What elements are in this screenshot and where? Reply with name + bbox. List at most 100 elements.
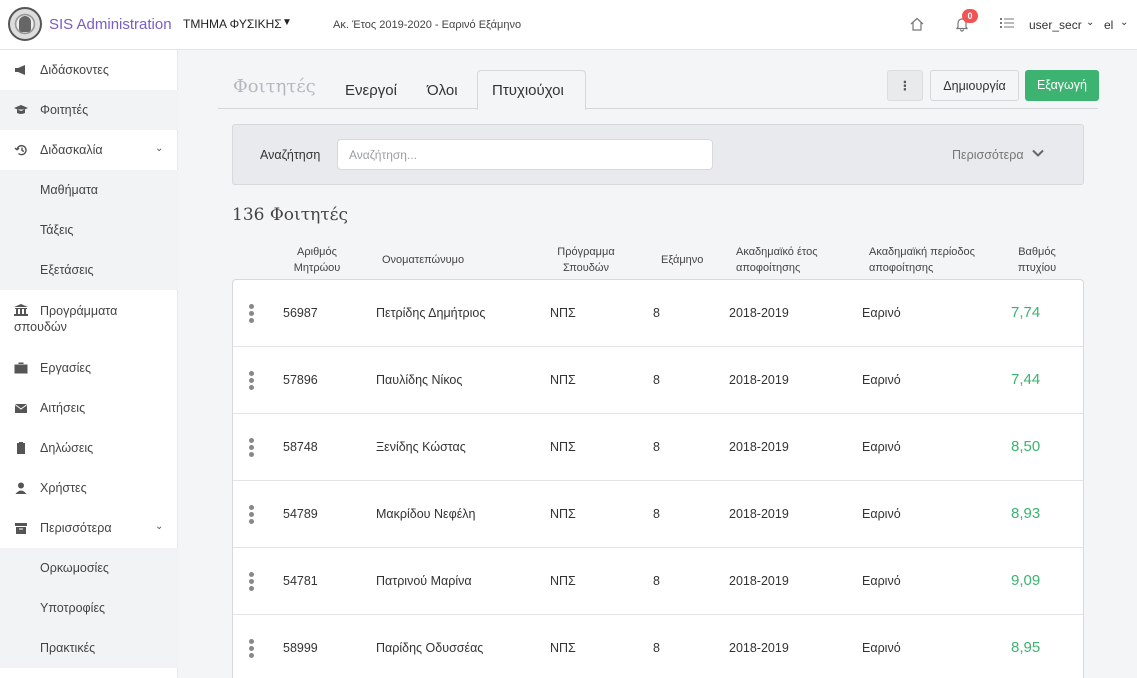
table-row[interactable]: 54781 Πατρινού Μαρίνα ΝΠΣ 8 2018-2019 Εα… (233, 548, 1083, 615)
cell-graduation-period: Εαρινό (862, 306, 901, 320)
cell-grade: 8,50 (1011, 438, 1041, 455)
user-menu[interactable]: user_secr (1029, 18, 1082, 32)
column-header-name[interactable]: Ονοματεπώνυμο (382, 252, 464, 268)
sidebar-item-oath-ceremonies[interactable]: Ορκωμοσίες (0, 548, 178, 588)
sidebar-item-label: Φοιτητές (40, 103, 89, 117)
sidebar-item-assignments[interactable]: Εργασίες (0, 348, 178, 388)
sidebar-item-classes[interactable]: Τάξεις (0, 210, 178, 250)
sidebar-item-teaching[interactable]: Διδασκαλία ⌄ (0, 130, 178, 170)
header-line: Μητρώου (293, 262, 341, 274)
chevron-down-icon: ⌄ (155, 143, 164, 154)
language-selector[interactable]: el (1104, 18, 1113, 32)
cell-semester: 8 (653, 574, 660, 588)
column-header-semester[interactable]: Εξάμηνο (661, 252, 703, 268)
academic-period: Ακ. Έτος 2019-2020 - Εαρινό Εξάμηνο (333, 19, 522, 31)
header-line: Ακαδημαϊκό έτος (736, 246, 818, 258)
header-line: Βαθμός (1018, 246, 1056, 258)
more-actions-button[interactable]: ⋮ (887, 70, 923, 101)
home-icon[interactable] (909, 16, 925, 32)
export-button[interactable]: Εξαγωγή (1025, 70, 1099, 101)
column-header-graduation-period[interactable]: Ακαδημαϊκή περίοδος αποφοίτησης (869, 244, 975, 276)
sidebar-item-label: Ορκωμοσίες (40, 561, 109, 575)
row-actions-icon[interactable] (248, 371, 256, 391)
sidebar-item-scholarships[interactable]: Υποτροφίες (0, 588, 178, 628)
sidebar-item-study-programs[interactable]: Προγράμματα σπουδών (0, 290, 178, 348)
cell-semester: 8 (653, 641, 660, 655)
sidebar-item-label: Εξετάσεις (40, 263, 94, 277)
sidebar: Διδάσκοντες Φοιτητές Διδασκαλία ⌄ Μαθήμα… (0, 50, 178, 678)
cell-grade: 7,44 (1011, 371, 1041, 388)
sidebar-item-label: Δηλώσεις (40, 441, 94, 455)
app-brand[interactable]: SIS Administration (49, 16, 172, 33)
cell-name: Πετρίδης Δημήτριος (376, 306, 486, 320)
cell-semester: 8 (653, 306, 660, 320)
table-row[interactable]: 58999 Παρίδης Οδυσσέας ΝΠΣ 8 2018-2019 Ε… (233, 615, 1083, 678)
table-row[interactable]: 58748 Ξενίδης Κώστας ΝΠΣ 8 2018-2019 Εαρ… (233, 414, 1083, 481)
row-actions-icon[interactable] (248, 505, 256, 525)
row-actions-icon[interactable] (248, 639, 256, 659)
table-row[interactable]: 57896 Παυλίδης Νίκος ΝΠΣ 8 2018-2019 Εαρ… (233, 347, 1083, 414)
column-header-student-id[interactable]: Αριθμός Μητρώου (284, 244, 350, 276)
tab-all-students[interactable]: Όλοι (427, 82, 458, 99)
cell-graduation-period: Εαρινό (862, 507, 901, 521)
header-line: Πρόγραμμα (557, 246, 615, 258)
chevron-down-icon[interactable]: ⌄ (1086, 17, 1094, 28)
cell-grade: 9,09 (1011, 572, 1041, 589)
header-line: Αριθμός (297, 246, 337, 258)
history-icon (14, 144, 27, 156)
cell-graduation-year: 2018-2019 (729, 373, 789, 387)
search-input[interactable] (337, 139, 713, 170)
cell-graduation-year: 2018-2019 (729, 641, 789, 655)
sidebar-item-instructors[interactable]: Διδάσκοντες (0, 50, 178, 90)
column-header-program[interactable]: Πρόγραμμα Σπουδών (553, 244, 619, 276)
graduation-cap-icon (14, 105, 28, 114)
cell-name: Ξενίδης Κώστας (376, 440, 466, 454)
tab-active-students[interactable]: Ενεργοί (345, 82, 397, 99)
sidebar-item-label: Χρήστες (40, 481, 87, 495)
cell-program: ΝΠΣ (550, 440, 576, 454)
clipboard-icon (17, 442, 25, 454)
cell-student-id: 58999 (283, 641, 318, 655)
notification-badge: 0 (962, 9, 978, 23)
sidebar-item-exams[interactable]: Εξετάσεις (0, 250, 178, 290)
cell-graduation-year: 2018-2019 (729, 440, 789, 454)
table-row[interactable]: 56987 Πετρίδης Δημήτριος ΝΠΣ 8 2018-2019… (233, 280, 1083, 347)
row-actions-icon[interactable] (248, 438, 256, 458)
sidebar-item-users[interactable]: Χρήστες (0, 468, 178, 508)
sidebar-item-internships[interactable]: Πρακτικές (0, 628, 178, 668)
row-actions-icon[interactable] (248, 572, 256, 592)
header-line: Σπουδών (562, 262, 610, 274)
more-filters-toggle[interactable]: Περισσότερα (952, 148, 1024, 162)
caret-down-icon[interactable]: ▼ (282, 17, 292, 28)
cell-program: ΝΠΣ (550, 574, 576, 588)
cell-program: ΝΠΣ (550, 507, 576, 521)
sidebar-item-more[interactable]: Περισσότερα ⌄ (0, 508, 178, 548)
sidebar-item-label: Διδασκαλία (40, 143, 103, 157)
user-icon (15, 482, 27, 494)
sidebar-item-registrations[interactable]: Δηλώσεις (0, 428, 178, 468)
sidebar-item-courses[interactable]: Μαθήματα (0, 170, 178, 210)
sidebar-item-label: Τάξεις (40, 223, 74, 237)
row-actions-icon[interactable] (248, 304, 256, 324)
list-icon[interactable] (1000, 17, 1014, 29)
header-line: αποφοίτησης (869, 262, 934, 274)
sidebar-item-students[interactable]: Φοιτητές (0, 90, 178, 130)
sidebar-item-label: Προγράμματα (40, 304, 118, 318)
cell-graduation-period: Εαρινό (862, 373, 901, 387)
chevron-down-icon[interactable]: ⌄ (1120, 17, 1128, 28)
column-header-graduation-year[interactable]: Ακαδημαϊκό έτος αποφοίτησης (736, 244, 818, 276)
create-button[interactable]: Δημιουργία (930, 70, 1019, 101)
sidebar-item-requests[interactable]: Αιτήσεις (0, 388, 178, 428)
results-count: 136 Φοιτητές (232, 205, 349, 225)
chevron-down-icon[interactable] (1032, 148, 1044, 158)
institution-icon (14, 304, 28, 316)
department-selector[interactable]: ΤΜΗΜΑ ΦΥΣΙΚΗΣ (183, 17, 282, 31)
table-row[interactable]: 54789 Μακρίδου Νεφέλη ΝΠΣ 8 2018-2019 Εα… (233, 481, 1083, 548)
column-header-grade[interactable]: Βαθμός πτυχίου (1008, 244, 1066, 276)
university-logo[interactable] (8, 7, 42, 41)
cell-graduation-period: Εαρινό (862, 641, 901, 655)
sidebar-item-label: Μαθήματα (40, 183, 98, 197)
cell-semester: 8 (653, 440, 660, 454)
cell-grade: 8,95 (1011, 639, 1041, 656)
tab-graduates[interactable]: Πτυχιούχοι (492, 82, 564, 99)
